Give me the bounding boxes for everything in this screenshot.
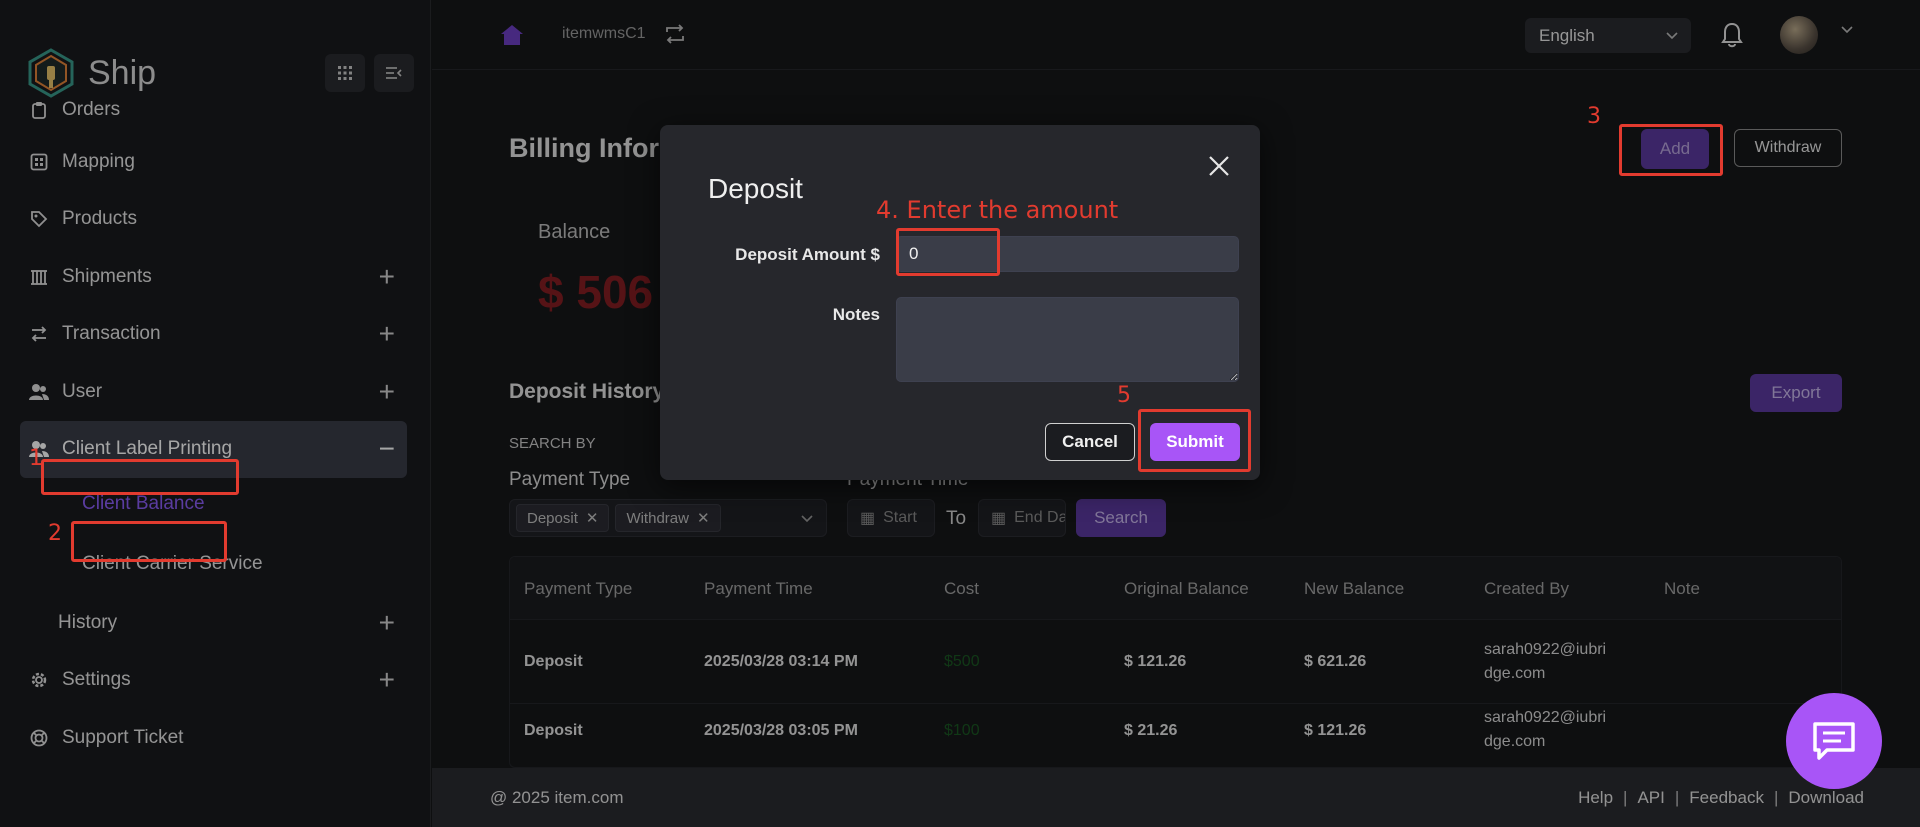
annotation-box-3 <box>1619 124 1723 176</box>
annotation-box-1 <box>41 459 239 495</box>
deposit-amount-label: Deposit Amount $ <box>735 245 880 264</box>
annotation-box-5 <box>1138 409 1251 472</box>
chat-button[interactable] <box>1786 693 1882 789</box>
annotation-box-4 <box>896 228 1000 276</box>
annotation-box-2 <box>71 521 227 562</box>
cancel-button[interactable]: Cancel <box>1045 423 1135 461</box>
notes-label: Notes <box>832 305 880 324</box>
chat-icon <box>1813 722 1855 760</box>
annotation-step-3: 3 <box>1587 104 1601 129</box>
close-icon[interactable] <box>1206 153 1232 179</box>
modal-title: Deposit <box>708 173 803 204</box>
notes-textarea[interactable] <box>896 297 1239 382</box>
annotation-step-2: 2 <box>48 521 62 546</box>
annotation-step-4: 4. Enter the amount <box>876 196 1119 224</box>
annotation-step-5: 5 <box>1117 383 1131 408</box>
